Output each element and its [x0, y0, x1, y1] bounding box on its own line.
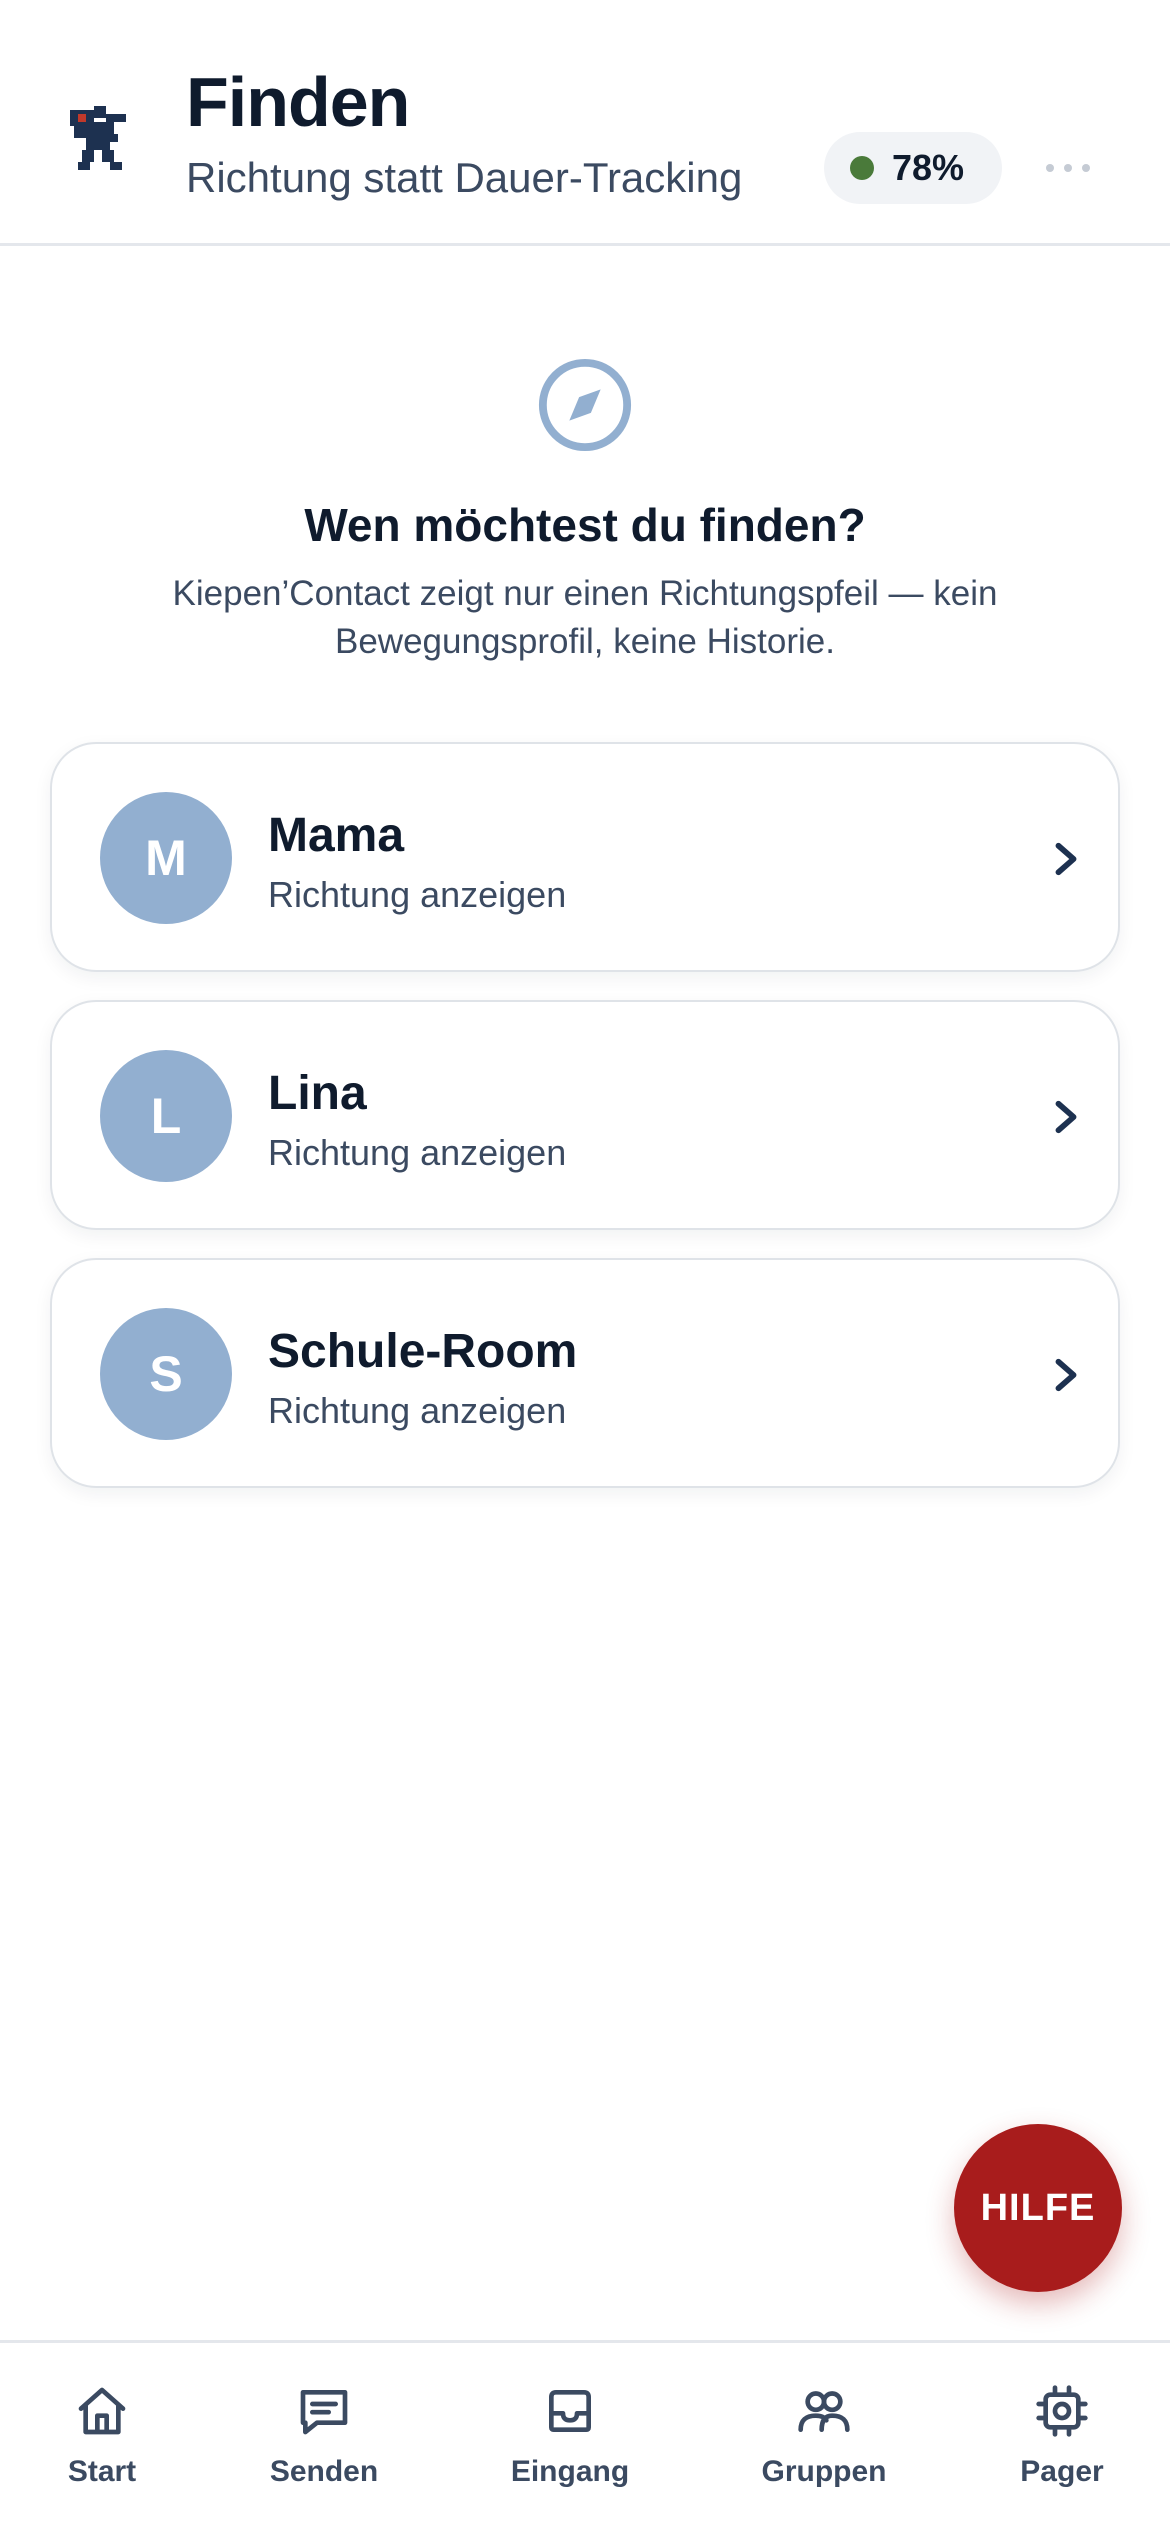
- bottom-tab-bar: Start Senden Eingang Gruppen Pager: [0, 2340, 1170, 2532]
- tab-start[interactable]: Start: [2, 2383, 202, 2489]
- battery-percentage: 78%: [892, 147, 965, 188]
- chip-icon: [1036, 2385, 1088, 2437]
- tab-label: Start: [67, 2455, 137, 2488]
- app-logo-icon: [70, 106, 126, 170]
- chevron-right-icon: [1055, 842, 1077, 876]
- compass-icon: [538, 358, 632, 452]
- contact-action-label: Richtung anzeigen: [268, 874, 567, 915]
- more-dot-icon: [1064, 164, 1072, 172]
- page-title: Finden: [186, 63, 410, 141]
- avatar: S: [100, 1308, 232, 1440]
- home-icon: [78, 2387, 126, 2435]
- avatar: L: [100, 1050, 232, 1182]
- more-dot-icon: [1082, 164, 1090, 172]
- tab-pager[interactable]: Pager: [962, 2383, 1162, 2489]
- tab-label: Eingang: [510, 2455, 630, 2488]
- contact-card-schule-room[interactable]: S Schule-Room Richtung anzeigen: [50, 1258, 1120, 1488]
- chevron-right-icon: [1055, 1358, 1077, 1392]
- contact-name: Mama: [268, 809, 405, 862]
- inbox-icon: [549, 2390, 591, 2432]
- tab-label: Pager: [1020, 2455, 1104, 2488]
- message-icon: [300, 2390, 348, 2435]
- contact-name: Schule-Room: [268, 1325, 578, 1378]
- tab-label: Gruppen: [761, 2455, 887, 2488]
- more-dot-icon: [1046, 164, 1054, 172]
- status-dot-icon: [850, 156, 874, 180]
- intro-question: Wen möchtest du finden?: [304, 499, 866, 551]
- app-header: Finden Richtung statt Dauer-Tracking 78%: [0, 0, 1170, 246]
- page-subtitle: Richtung statt Dauer-Tracking: [186, 154, 743, 201]
- contact-action-label: Richtung anzeigen: [268, 1132, 567, 1173]
- tab-senden[interactable]: Senden: [224, 2383, 424, 2489]
- tab-label: Senden: [269, 2455, 379, 2488]
- group-icon: [798, 2391, 850, 2432]
- more-options-button[interactable]: [1046, 150, 1090, 186]
- battery-badge: 78%: [824, 132, 1002, 204]
- tab-eingang[interactable]: Eingang: [470, 2383, 670, 2489]
- intro-explanation: Kiepen’Contact zeigt nur einen Richtungs…: [172, 574, 998, 661]
- avatar: M: [100, 792, 232, 924]
- contact-card-mama[interactable]: M Mama Richtung anzeigen: [50, 742, 1120, 972]
- contact-action-label: Richtung anzeigen: [268, 1390, 567, 1431]
- chevron-right-icon: [1055, 1100, 1077, 1134]
- help-button[interactable]: HILFE: [954, 2124, 1122, 2292]
- contact-name: Lina: [268, 1067, 367, 1120]
- contact-card-lina[interactable]: L Lina Richtung anzeigen: [50, 1000, 1120, 1230]
- tab-gruppen[interactable]: Gruppen: [724, 2383, 924, 2489]
